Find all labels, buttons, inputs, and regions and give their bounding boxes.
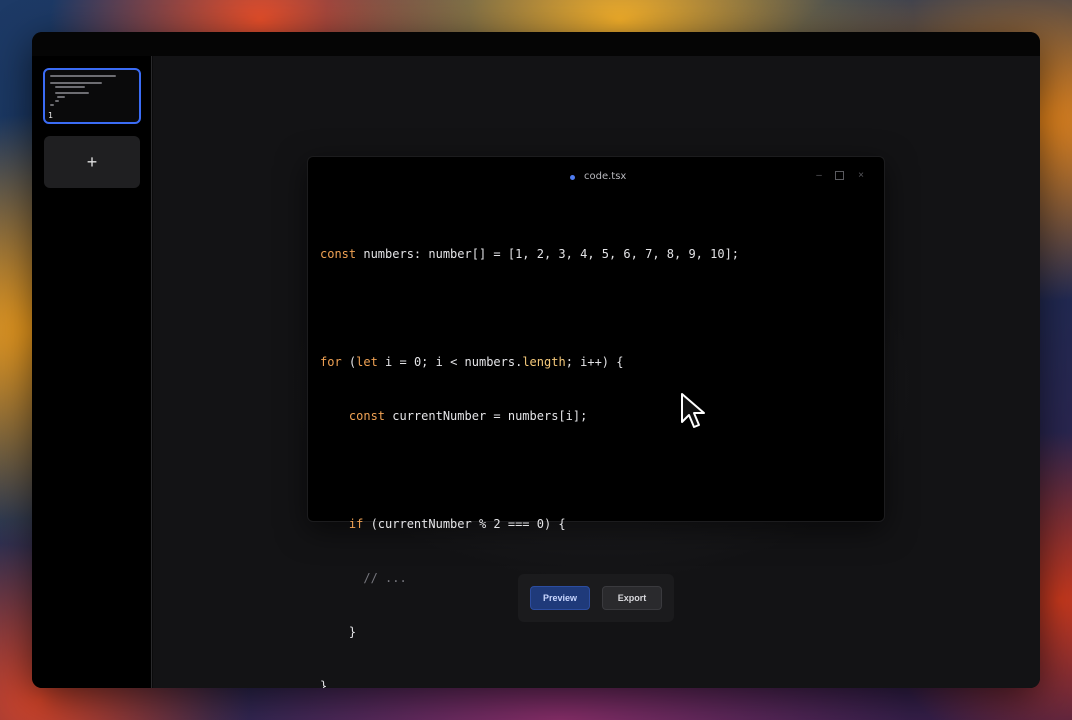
code-line: } xyxy=(320,625,357,639)
thumbnail-code-line xyxy=(50,75,116,77)
slides-sidebar: 1 + xyxy=(32,56,152,688)
thumbnail-code-line xyxy=(57,96,65,98)
mouse-pointer-icon xyxy=(681,393,705,428)
minimize-icon[interactable]: – xyxy=(814,171,824,181)
plus-icon: + xyxy=(86,151,98,172)
thumbnail-code-line xyxy=(50,82,102,84)
export-button[interactable]: Export xyxy=(602,586,662,610)
close-icon[interactable]: × xyxy=(856,171,866,181)
code-window[interactable]: code.tsx – × const numbers: number[] = [… xyxy=(307,156,885,688)
thumbnail-code-line xyxy=(55,86,85,88)
title-bar xyxy=(32,32,1040,56)
code-line: } xyxy=(320,679,328,688)
code-line: const currentNumber = numbers[i]; xyxy=(348,409,588,423)
maximize-icon[interactable] xyxy=(835,171,844,180)
preview-button[interactable]: Preview xyxy=(530,586,590,610)
thumbnail-code-line xyxy=(55,100,59,102)
slide-thumbnail-1[interactable]: 1 xyxy=(43,68,141,124)
canvas-area: code.tsx – × const numbers: number[] = [… xyxy=(153,56,1040,688)
app-window: 1 + code.tsx – × const numbers: number[]… xyxy=(32,32,1040,688)
code-line: const numbers: number[] = [1, 2, 3, 4, 5… xyxy=(320,247,740,261)
code-line: for (let i = 0; i < numbers.length; i++)… xyxy=(320,355,624,369)
slide-number: 1 xyxy=(48,111,54,120)
code-window-header: code.tsx – × xyxy=(308,157,884,197)
thumbnail-code-line xyxy=(50,104,54,106)
file-name: code.tsx xyxy=(584,171,627,182)
file-status-dot-icon xyxy=(570,175,575,180)
code-line: if (currentNumber % 2 === 0) { xyxy=(348,517,566,531)
bottom-toolbar: Preview Export xyxy=(518,574,674,622)
add-slide-button[interactable]: + xyxy=(44,136,140,188)
thumbnail-code-line xyxy=(55,92,89,94)
